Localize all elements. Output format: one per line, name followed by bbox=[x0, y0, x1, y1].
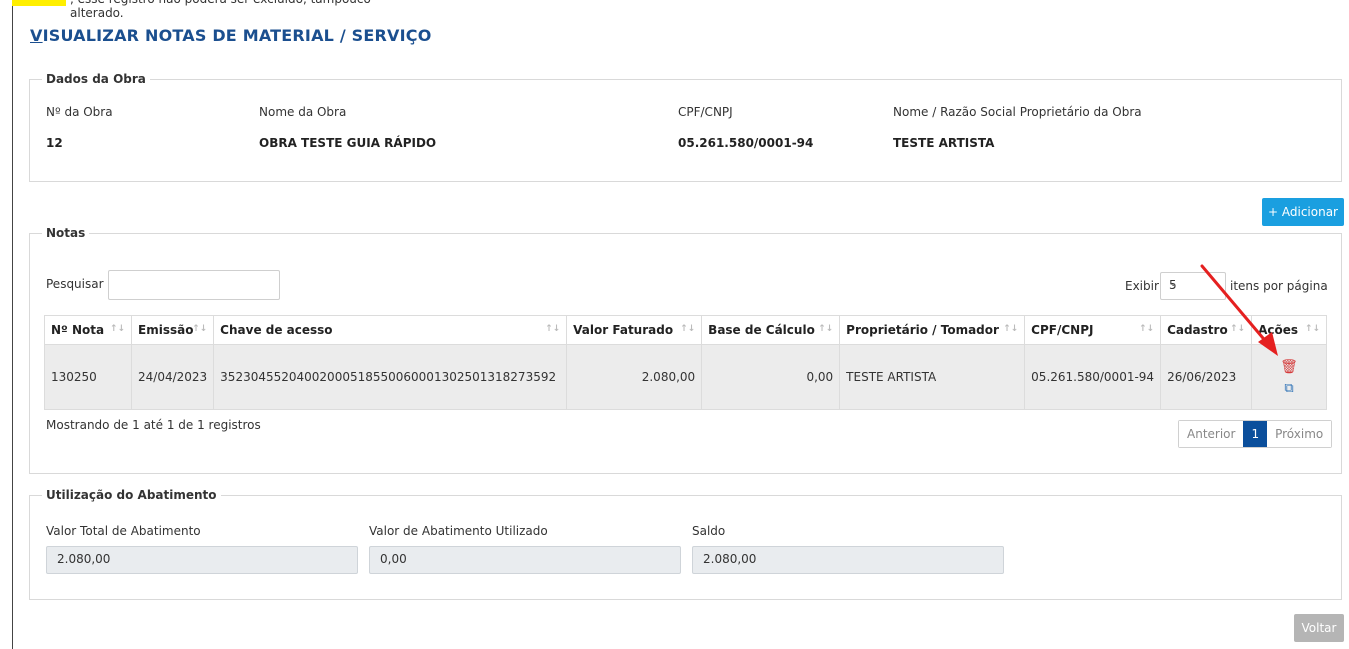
sort-icon: ↑↓ bbox=[1138, 324, 1155, 334]
sort-icon: ↑↓ bbox=[680, 324, 696, 334]
col-acoes[interactable]: Ações ↑↓ bbox=[1251, 315, 1327, 345]
page-title: VISUALIZAR NOTAS DE MATERIAL / SERVIÇO bbox=[30, 26, 432, 45]
saldo-field: 2.080,00 bbox=[692, 546, 1004, 574]
sort-icon: ↑↓ bbox=[1229, 324, 1246, 334]
cell-valor-faturado: 2.080,00 bbox=[566, 344, 703, 410]
cell-base-calculo: 0,00 bbox=[701, 344, 841, 410]
show-label: Exibir bbox=[1125, 279, 1159, 293]
cell-emissao: 24/04/2023 bbox=[130, 344, 215, 410]
search-input[interactable] bbox=[108, 270, 280, 300]
sort-icon: ↑↓ bbox=[1304, 324, 1320, 334]
top-fragment-text: , esse registro não poderá ser excluído,… bbox=[70, 0, 371, 20]
value-nome-obra: OBRA TESTE GUIA RÁPIDO bbox=[259, 136, 437, 150]
abatimento-legend: Utilização do Abatimento bbox=[46, 488, 217, 502]
sort-icon: ↑↓ bbox=[109, 324, 125, 334]
label-cpf-cnpj: CPF/CNPJ bbox=[678, 105, 733, 119]
col-base-calculo[interactable]: Base de Cálculo ↑↓ bbox=[701, 315, 841, 345]
col-chave-acesso[interactable]: Chave de acesso ↑↓ bbox=[213, 315, 568, 345]
label-numero-obra: Nº da Obra bbox=[46, 105, 113, 119]
page-1-button[interactable]: 1 bbox=[1243, 421, 1268, 447]
col-valor-faturado[interactable]: Valor Faturado ↑↓ bbox=[566, 315, 703, 345]
col-emissao[interactable]: Emissão ↑↓ bbox=[130, 315, 215, 345]
back-button[interactable]: Voltar bbox=[1294, 614, 1344, 642]
valor-total-field: 2.080,00 bbox=[46, 546, 358, 574]
records-info: Mostrando de 1 até 1 de 1 registros bbox=[46, 418, 261, 432]
chevron-down-icon: ⌄ bbox=[1169, 278, 1178, 289]
cell-cpf-cnpj: 05.261.580/0001-94 bbox=[1024, 344, 1162, 410]
label-valor-total: Valor Total de Abatimento bbox=[46, 524, 201, 538]
cell-proprietario-tomador: TESTE ARTISTA bbox=[839, 344, 1026, 410]
col-numero-nota[interactable]: Nº Nota ↑↓ bbox=[44, 315, 132, 345]
copy-icon[interactable]: ⧉ bbox=[1258, 381, 1320, 396]
value-proprietario: TESTE ARTISTA bbox=[893, 136, 995, 150]
cell-cadastro: 26/06/2023 bbox=[1160, 344, 1253, 410]
col-cadastro[interactable]: Cadastro ↑↓ bbox=[1160, 315, 1253, 345]
top-text-fragment: , esse registro não poderá ser excluído,… bbox=[0, 0, 400, 20]
cell-acoes: 🗑 ⧉ bbox=[1251, 344, 1327, 410]
notas-table: Nº Nota ↑↓ Emissão ↑↓ Chave de acesso ↑↓ Va… bbox=[44, 315, 1327, 410]
sort-icon: ↑↓ bbox=[192, 324, 208, 334]
col-cpf-cnpj[interactable]: CPF/CNPJ ↑↓ bbox=[1024, 315, 1162, 345]
per-page-select[interactable]: 5 ⌄ bbox=[1160, 272, 1226, 300]
notas-legend: Notas bbox=[46, 226, 86, 240]
cell-chave-acesso: 3523045520400200051855006000130250131827… bbox=[213, 344, 568, 410]
add-button[interactable]: + Adicionar bbox=[1262, 198, 1344, 226]
value-cpf-cnpj: 05.261.580/0001-94 bbox=[678, 136, 814, 150]
highlight-mark bbox=[12, 0, 66, 6]
sort-icon: ↑↓ bbox=[1003, 324, 1019, 334]
dados-obra-legend: Dados da Obra bbox=[46, 72, 146, 86]
label-saldo: Saldo bbox=[692, 524, 726, 538]
label-nome-obra: Nome da Obra bbox=[259, 105, 347, 119]
label-valor-utilizado: Valor de Abatimento Utilizado bbox=[369, 524, 548, 538]
dados-obra-panel: Dados da Obra bbox=[29, 72, 1342, 182]
table-row: 130250 24/04/2023 3523045520400200051855… bbox=[44, 344, 1327, 410]
sort-icon: ↑↓ bbox=[545, 324, 561, 334]
trash-icon[interactable]: 🗑 bbox=[1258, 359, 1320, 375]
left-border bbox=[12, 0, 13, 649]
cell-numero-nota: 130250 bbox=[44, 344, 132, 410]
sort-icon: ↑↓ bbox=[818, 324, 834, 334]
col-proprietario-tomador[interactable]: Proprietário / Tomador ↑↓ bbox=[839, 315, 1026, 345]
valor-utilizado-field: 0,00 bbox=[369, 546, 681, 574]
abatimento-panel: Utilização do Abatimento bbox=[29, 488, 1342, 600]
next-page-button[interactable]: Próximo bbox=[1267, 421, 1332, 447]
table-header-row: Nº Nota ↑↓ Emissão ↑↓ Chave de acesso ↑↓ Va… bbox=[44, 315, 1327, 345]
pagination: Anterior 1 Próximo bbox=[1178, 420, 1333, 448]
value-numero-obra: 12 bbox=[46, 136, 63, 150]
label-proprietario: Nome / Razão Social Proprietário da Obra bbox=[893, 105, 1142, 119]
search-label: Pesquisar bbox=[46, 277, 104, 291]
prev-page-button[interactable]: Anterior bbox=[1179, 421, 1244, 447]
per-page-suffix: itens por página bbox=[1230, 279, 1328, 293]
